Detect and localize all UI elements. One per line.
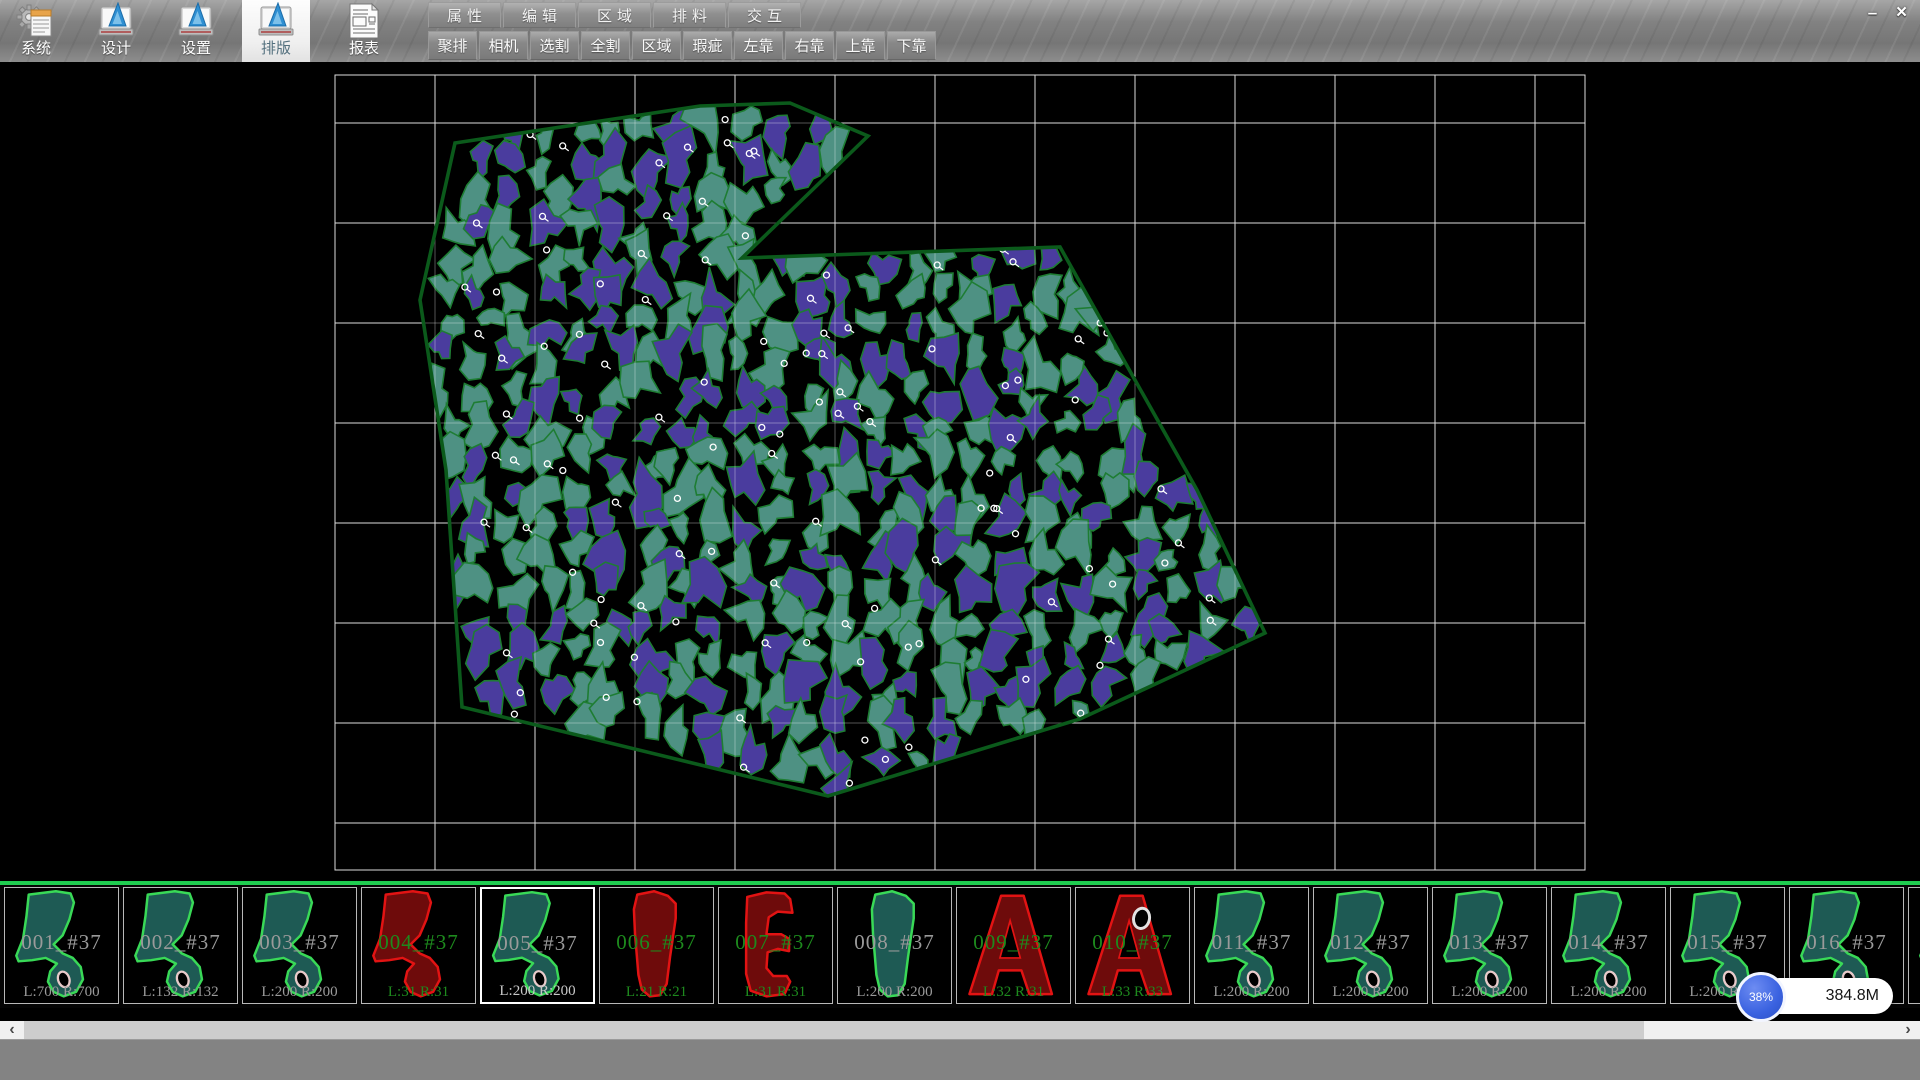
- thumbnail-008[interactable]: 008_#37L:200 R:200: [837, 887, 952, 1004]
- hide-shape-preview: [1314, 888, 1427, 1003]
- tab-system[interactable]: 系统: [2, 0, 70, 62]
- tab-label: 排版: [261, 40, 291, 58]
- ruler-icon: [256, 2, 296, 40]
- menu-region[interactable]: 区域: [578, 2, 651, 28]
- tool-align-top[interactable]: 上靠: [836, 31, 885, 60]
- thumbnail-009[interactable]: 009_#37L:32 R:31: [956, 887, 1071, 1004]
- scroll-left-arrow[interactable]: ‹: [0, 1021, 24, 1039]
- hide-shape-preview: [600, 888, 713, 1003]
- hide-thumbnail-strip: 001_#37L:700 R:700002_#37L:132 R:132003_…: [0, 885, 1920, 1008]
- hide-shape-preview: [1076, 888, 1189, 1003]
- hide-shape-preview: [838, 888, 951, 1003]
- hide-shape-preview: [1433, 888, 1546, 1003]
- tab-report[interactable]: 报表: [330, 0, 398, 62]
- thumbnail-012[interactable]: 012_#37L:200 R:200: [1313, 887, 1428, 1004]
- tab-label: 报表: [349, 40, 379, 58]
- window-controls: – ×: [1860, 2, 1914, 23]
- report-icon: [344, 2, 384, 40]
- hide-shape-preview: [1195, 888, 1308, 1003]
- thumbnail-006[interactable]: 006_#37L:21 R:21: [599, 887, 714, 1004]
- thumbnail-010[interactable]: 010_#37L:33 R:33: [1075, 887, 1190, 1004]
- hide-shape-preview: [957, 888, 1070, 1003]
- thumbnail-017[interactable]: 017_#37L:200 R:200: [1908, 887, 1920, 1004]
- hide-shape-preview: [124, 888, 237, 1003]
- hide-shape-preview: [362, 888, 475, 1003]
- thumbnail-003[interactable]: 003_#37L:200 R:200: [242, 887, 357, 1004]
- horizontal-scrollbar[interactable]: ‹ ›: [0, 1021, 1920, 1039]
- menu-interact[interactable]: 交互: [728, 2, 801, 28]
- nesting-canvas[interactable]: [0, 62, 1920, 882]
- thumbnail-002[interactable]: 002_#37L:132 R:132: [123, 887, 238, 1004]
- thumbnail-011[interactable]: 011_#37L:200 R:200: [1194, 887, 1309, 1004]
- scrollbar-thumb[interactable]: [24, 1021, 1644, 1039]
- hide-shape-preview: [1552, 888, 1665, 1003]
- tool-cluster[interactable]: 聚排: [428, 31, 477, 60]
- tool-cut-all[interactable]: 全割: [581, 31, 630, 60]
- tool-defect[interactable]: 瑕疵: [683, 31, 732, 60]
- memory-value: 384.8M: [1826, 987, 1879, 1005]
- tool-camera[interactable]: 相机: [479, 31, 528, 60]
- tab-label: 设置: [181, 40, 211, 58]
- hide-shape-preview: [482, 889, 593, 1002]
- menu-row: 属性编辑区域排料交互: [428, 2, 803, 28]
- close-button[interactable]: ×: [1889, 2, 1914, 23]
- tool-align-bottom[interactable]: 下靠: [887, 31, 936, 60]
- thumbnail-001[interactable]: 001_#37L:700 R:700: [4, 887, 119, 1004]
- tool-select-cut[interactable]: 选割: [530, 31, 579, 60]
- ribbon-toolbar: 系统设计设置排版报表 属性编辑区域排料交互 聚排相机选割全割区域瑕疵左靠右靠上靠…: [0, 0, 1920, 62]
- gear-icon: [16, 2, 56, 40]
- tab-layout[interactable]: 排版: [242, 0, 310, 62]
- hide-shape-preview: [719, 888, 832, 1003]
- tab-design[interactable]: 设计: [82, 0, 150, 62]
- tool-row: 聚排相机选割全割区域瑕疵左靠右靠上靠下靠: [428, 31, 938, 60]
- scroll-right-arrow[interactable]: ›: [1896, 1021, 1920, 1039]
- tab-label: 系统: [21, 40, 51, 58]
- tab-label: 设计: [101, 40, 131, 58]
- thumbnail-005[interactable]: 005_#37L:200 R:200: [480, 887, 595, 1004]
- app-window: 系统设计设置排版报表 属性编辑区域排料交互 聚排相机选割全割区域瑕疵左靠右靠上靠…: [0, 0, 1920, 1080]
- tool-align-left[interactable]: 左靠: [734, 31, 783, 60]
- minimize-button[interactable]: –: [1860, 2, 1885, 23]
- thumbnail-014[interactable]: 014_#37L:200 R:200: [1551, 887, 1666, 1004]
- menu-nesting[interactable]: 排料: [653, 2, 726, 28]
- thumbnail-013[interactable]: 013_#37L:200 R:200: [1432, 887, 1547, 1004]
- status-bar: [0, 1039, 1920, 1080]
- progress-value: 38%: [1749, 990, 1773, 1004]
- menu-edit[interactable]: 编辑: [503, 2, 576, 28]
- ruler-icon: [176, 2, 216, 40]
- tool-align-right[interactable]: 右靠: [785, 31, 834, 60]
- tool-region[interactable]: 区域: [632, 31, 681, 60]
- ruler-icon: [96, 2, 136, 40]
- hide-shape-preview: [243, 888, 356, 1003]
- progress-badge: 38%: [1736, 972, 1786, 1022]
- hide-shape-preview: [1909, 888, 1920, 1003]
- thumbnail-004[interactable]: 004_#37L:31 R:31: [361, 887, 476, 1004]
- hide-shape-preview: [5, 888, 118, 1003]
- thumbnail-007[interactable]: 007_#37L:31 R:31: [718, 887, 833, 1004]
- menu-attributes[interactable]: 属性: [428, 2, 501, 28]
- tab-settings[interactable]: 设置: [162, 0, 230, 62]
